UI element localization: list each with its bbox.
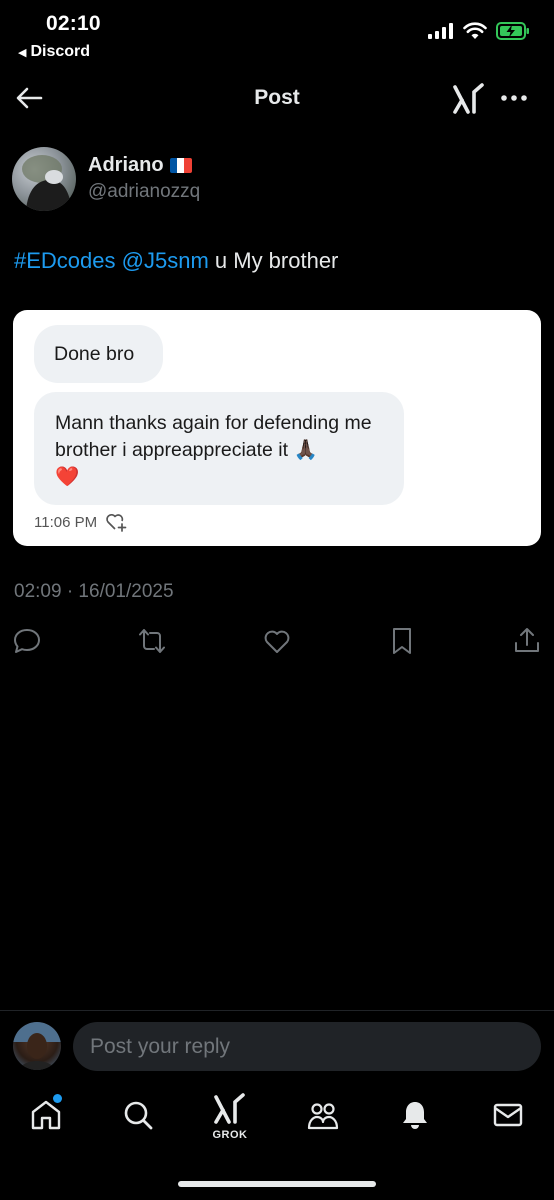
post-text: #EDcodes @J5snm u My brother — [14, 248, 338, 274]
reply-icon[interactable] — [12, 626, 42, 656]
post-timestamp: 02:09 · 16/01/2025 — [14, 581, 174, 602]
message-bubble: Done bro — [34, 325, 163, 383]
avatar-photo — [22, 155, 72, 211]
react-heart-icon — [106, 513, 127, 532]
mention-link[interactable]: @J5snm — [122, 248, 209, 273]
post-text-rest: u My brother — [208, 248, 339, 273]
message-time: 11:06 PM — [34, 512, 127, 532]
author-name-text: Adriano — [88, 154, 164, 176]
grok-icon[interactable] — [452, 82, 486, 116]
search-icon[interactable] — [121, 1098, 155, 1132]
author-name[interactable]: Adriano — [88, 154, 192, 177]
grok-label: GROK — [212, 1129, 248, 1141]
status-icons — [428, 22, 530, 40]
message-time-text: 11:06 PM — [34, 513, 98, 531]
divider — [0, 1010, 554, 1011]
share-icon[interactable] — [512, 626, 542, 656]
repost-icon[interactable] — [137, 626, 167, 656]
wifi-icon — [463, 22, 487, 39]
home-icon[interactable] — [29, 1098, 63, 1132]
home-indicator[interactable] — [178, 1181, 376, 1187]
author-handle[interactable]: @adrianozzq — [88, 181, 200, 203]
post-image[interactable]: Done bro Mann thanks again for defending… — [13, 310, 541, 546]
heart-emoji: ❤️ — [55, 466, 80, 488]
bookmark-icon[interactable] — [387, 626, 417, 656]
back-triangle-icon: ◀ — [18, 46, 27, 59]
notification-dot — [53, 1094, 62, 1103]
author-avatar[interactable] — [12, 147, 76, 211]
status-time: 02:10 — [46, 12, 101, 35]
hashtag-link[interactable]: #EDcodes — [14, 248, 116, 273]
like-icon[interactable] — [262, 626, 292, 656]
grok-icon[interactable] — [213, 1092, 247, 1126]
message-text: Done bro — [54, 343, 135, 365]
user-avatar[interactable] — [13, 1022, 61, 1070]
back-app-label: Discord — [30, 43, 91, 60]
france-flag-icon — [169, 158, 192, 173]
message-text: Mann thanks again for defending me broth… — [55, 412, 372, 461]
more-icon[interactable] — [499, 88, 529, 108]
signal-icon — [428, 23, 453, 39]
battery-charging-icon — [496, 22, 529, 40]
avatar-photo — [13, 1022, 61, 1070]
reply-input[interactable] — [73, 1022, 541, 1071]
message-bubble: Mann thanks again for defending me broth… — [34, 392, 404, 505]
back-to-app-link[interactable]: ◀ Discord — [18, 43, 90, 61]
notifications-icon[interactable] — [398, 1098, 432, 1132]
communities-icon[interactable] — [306, 1098, 340, 1132]
messages-icon[interactable] — [491, 1098, 525, 1132]
